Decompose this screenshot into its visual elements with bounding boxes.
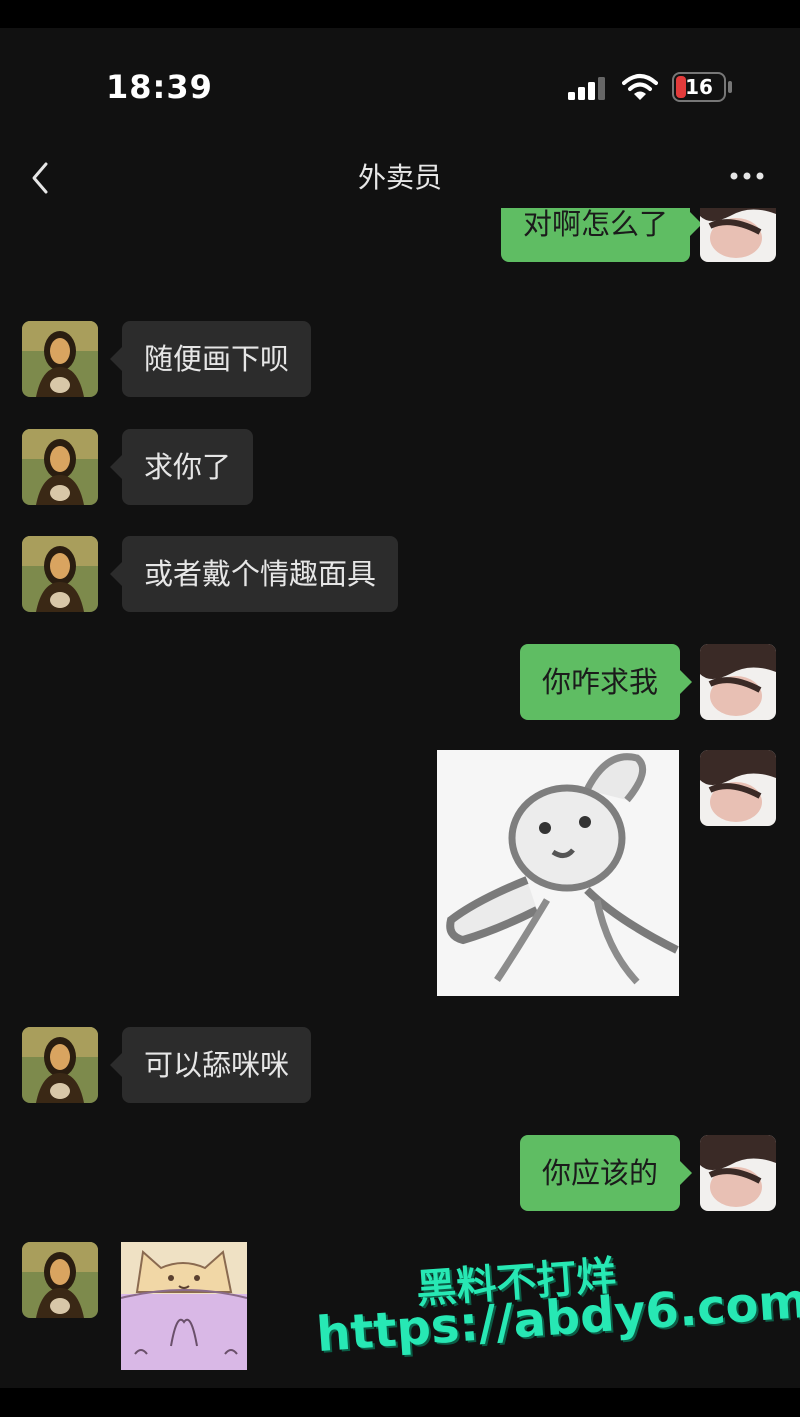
- my-avatar[interactable]: [700, 208, 776, 262]
- status-bar: 18:39 16: [0, 28, 800, 148]
- chat-screen: 18:39 16 外卖员 对啊怎么了 随便画下呗 求你了 或者戴个情趣面具 你咋…: [0, 28, 800, 1388]
- mona-lisa-avatar-icon: [22, 429, 98, 505]
- bottom-bar: [0, 1388, 800, 1417]
- contact-avatar[interactable]: [22, 429, 98, 505]
- woman-avatar-icon: [700, 644, 776, 720]
- nav-bar: 外卖员: [0, 148, 800, 208]
- woman-avatar-icon: [700, 1135, 776, 1211]
- contact-avatar[interactable]: [22, 321, 98, 397]
- message-bubble-incoming[interactable]: 求你了: [109, 429, 254, 505]
- message-bubble-incoming[interactable]: 或者戴个情趣面具: [109, 536, 399, 612]
- cat-sticker-icon: [121, 1242, 247, 1370]
- message-bubble-outgoing[interactable]: 你咋求我: [519, 644, 693, 720]
- message-bubble-outgoing[interactable]: 对啊怎么了: [500, 208, 703, 262]
- bunny-sketch-sticker[interactable]: [437, 750, 679, 996]
- message-bubble-incoming[interactable]: 随便画下呗: [109, 321, 312, 397]
- battery-level: 16: [685, 75, 713, 99]
- contact-avatar[interactable]: [22, 1242, 98, 1318]
- my-avatar[interactable]: [700, 1135, 776, 1211]
- bunny-sketch-icon: [437, 750, 679, 996]
- message-list[interactable]: 对啊怎么了 随便画下呗 求你了 或者戴个情趣面具 你咋求我 可以舔咪咪 你应该的: [0, 208, 800, 1388]
- status-time: 18:39: [106, 68, 213, 106]
- contact-avatar[interactable]: [22, 1027, 98, 1103]
- woman-avatar-icon: [700, 208, 776, 262]
- signal-icon: [568, 77, 605, 100]
- mona-lisa-avatar-icon: [22, 536, 98, 612]
- more-options-button[interactable]: [728, 166, 768, 186]
- my-avatar[interactable]: [700, 750, 776, 826]
- message-bubble-outgoing[interactable]: 你应该的: [519, 1135, 693, 1211]
- contact-avatar[interactable]: [22, 536, 98, 612]
- battery-icon: 16: [672, 72, 726, 102]
- mona-lisa-avatar-icon: [22, 1027, 98, 1103]
- chat-title: 外卖员: [357, 161, 442, 194]
- mona-lisa-avatar-icon: [22, 1242, 98, 1318]
- message-bubble-incoming[interactable]: 可以舔咪咪: [109, 1027, 312, 1103]
- mona-lisa-avatar-icon: [22, 321, 98, 397]
- my-avatar[interactable]: [700, 644, 776, 720]
- woman-avatar-icon: [700, 750, 776, 826]
- cat-sticker[interactable]: [121, 1242, 247, 1370]
- wifi-icon: [622, 74, 658, 100]
